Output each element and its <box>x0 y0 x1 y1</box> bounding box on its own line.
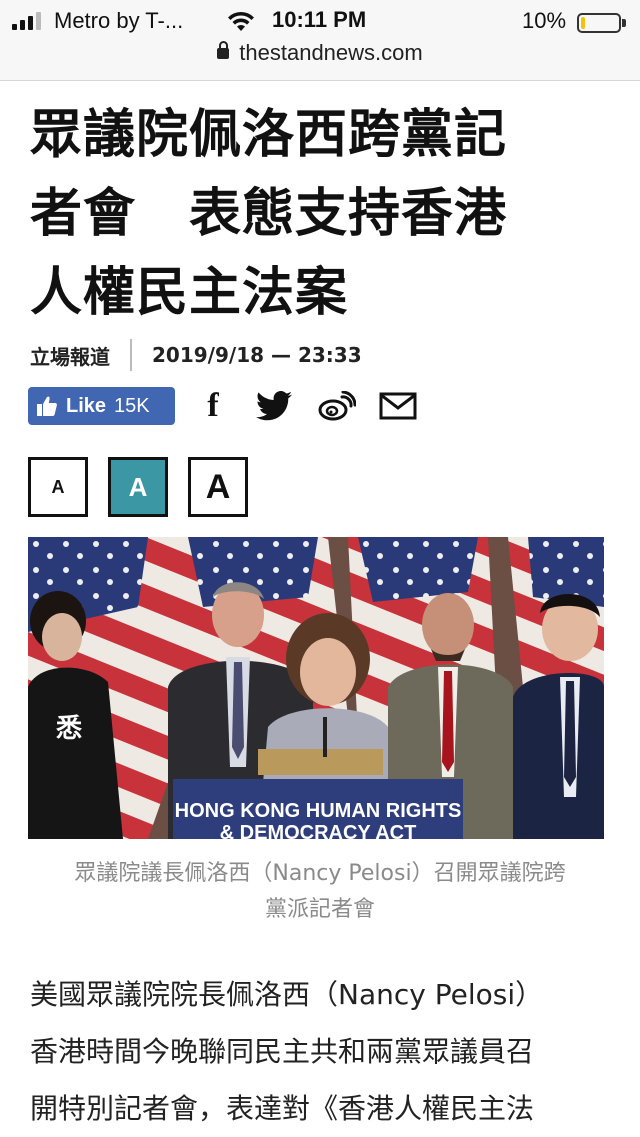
share-bar: Like 15K f <box>28 386 419 426</box>
twitter-icon[interactable] <box>255 386 293 426</box>
like-label: Like <box>66 394 107 417</box>
press-conference-photo: 悉 HONG KONG HUMAN RIGHTS & DEMOCRACY ACT <box>28 537 604 839</box>
photo-caption: 眾議院議長佩洛西（Nancy Pelosi）召開眾議院跨 黨派記者會 <box>30 856 610 928</box>
body-line: 美國眾議院院長佩洛西（Nancy Pelosi） <box>30 978 544 1011</box>
url-text: thestandnews.com <box>239 40 423 65</box>
podium-sign-line1: HONG KONG HUMAN RIGHTS <box>175 800 462 822</box>
thumbs-up-icon <box>37 396 57 416</box>
cellular-signal-icon <box>12 12 41 30</box>
meta-divider <box>130 339 132 371</box>
font-size-medium-button[interactable]: A <box>108 457 168 517</box>
address-bar[interactable]: thestandnews.com <box>0 40 640 66</box>
clock: 10:11 PM <box>272 7 367 32</box>
podium-sign-line2: & DEMOCRACY ACT <box>220 822 417 839</box>
font-size-small-button[interactable]: A <box>28 457 88 517</box>
font-size-selector: A A A <box>28 457 248 517</box>
article-datetime: 2019/9/18 — 23:33 <box>152 343 362 367</box>
body-line: 香港時間今晚聯同民主共和兩黨眾議員召 <box>30 1035 535 1068</box>
caption-line: 眾議院議長佩洛西（Nancy Pelosi）召開眾議院跨 <box>74 861 566 886</box>
article-meta: 立場報道 2019/9/18 — 23:33 <box>30 339 362 371</box>
headline-line: 者會 表態支持香港 <box>30 184 508 244</box>
body-line: 開特別記者會，表達對《香港人權民主法 <box>30 1092 535 1125</box>
browser-top-bar: Metro by T-... 10:11 PM 10% thestandnews… <box>0 0 640 81</box>
article-headline: 眾議院佩洛西跨黨記 者會 表態支持香港 人權民主法案 <box>30 96 610 333</box>
battery-level <box>581 17 585 29</box>
wifi-icon <box>228 11 254 31</box>
svg-text:悉: 悉 <box>56 714 82 744</box>
font-size-large-button[interactable]: A <box>188 457 248 517</box>
article-photo: 悉 HONG KONG HUMAN RIGHTS & DEMOCRACY ACT <box>28 537 604 839</box>
mail-icon[interactable] <box>377 386 419 426</box>
weibo-icon[interactable] <box>317 386 357 426</box>
battery-icon <box>577 13 621 33</box>
headline-line: 人權民主法案 <box>30 263 349 323</box>
facebook-like-button[interactable]: Like 15K <box>28 387 175 425</box>
article-body: 美國眾議院院長佩洛西（Nancy Pelosi） 香港時間今晚聯同民主共和兩黨眾… <box>30 966 620 1137</box>
battery-tip <box>622 19 626 27</box>
article-source[interactable]: 立場報道 <box>30 341 110 370</box>
headline-line: 眾議院佩洛西跨黨記 <box>30 105 508 165</box>
caption-line: 黨派記者會 <box>264 897 375 922</box>
like-count: 15K <box>114 394 150 417</box>
status-bar: Metro by T-... 10:11 PM 10% <box>0 6 640 36</box>
lock-icon <box>217 41 230 59</box>
battery-percent: 10% <box>522 8 567 33</box>
carrier-name: Metro by T-... <box>54 8 184 33</box>
facebook-icon[interactable]: f <box>203 386 223 426</box>
